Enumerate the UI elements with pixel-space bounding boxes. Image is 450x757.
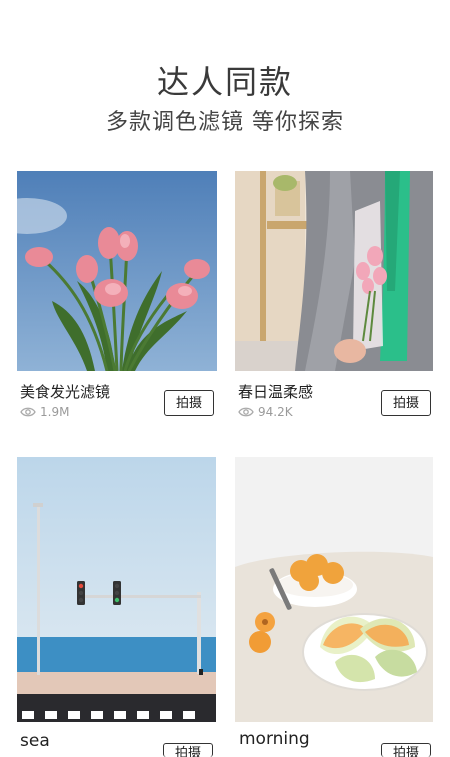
filter-preview-image[interactable]	[17, 457, 216, 722]
filter-name: sea	[20, 731, 50, 751]
filter-name: 春日温柔感	[238, 383, 314, 401]
shoot-button[interactable]: 拍摄	[381, 743, 431, 757]
filter-card[interactable]: morning 拍摄	[235, 457, 435, 757]
shoot-button[interactable]: 拍摄	[164, 390, 214, 416]
view-count: 94.2K	[238, 404, 293, 420]
filter-preview-image[interactable]	[17, 171, 217, 371]
view-count-text: 94.2K	[258, 405, 293, 419]
eye-icon	[238, 407, 254, 417]
filter-preview-image[interactable]	[235, 171, 433, 371]
view-count: 1.9M	[20, 404, 69, 420]
page-title: 达人同款	[156, 63, 293, 101]
eye-icon	[20, 407, 36, 417]
filter-name: morning	[239, 729, 310, 749]
filter-preview-image[interactable]	[235, 457, 433, 722]
shoot-button[interactable]: 拍摄	[163, 743, 213, 757]
filter-card[interactable]: 美食发光滤镜 1.9M 拍摄	[17, 171, 217, 421]
filter-card[interactable]: sea 拍摄	[17, 457, 217, 757]
shoot-button[interactable]: 拍摄	[381, 390, 431, 416]
page-subtitle: 多款调色滤镜 等你探索	[106, 110, 344, 135]
filter-card[interactable]: 春日温柔感 94.2K 拍摄	[235, 171, 435, 421]
view-count-text: 1.9M	[40, 405, 70, 419]
filter-name: 美食发光滤镜	[20, 383, 111, 401]
